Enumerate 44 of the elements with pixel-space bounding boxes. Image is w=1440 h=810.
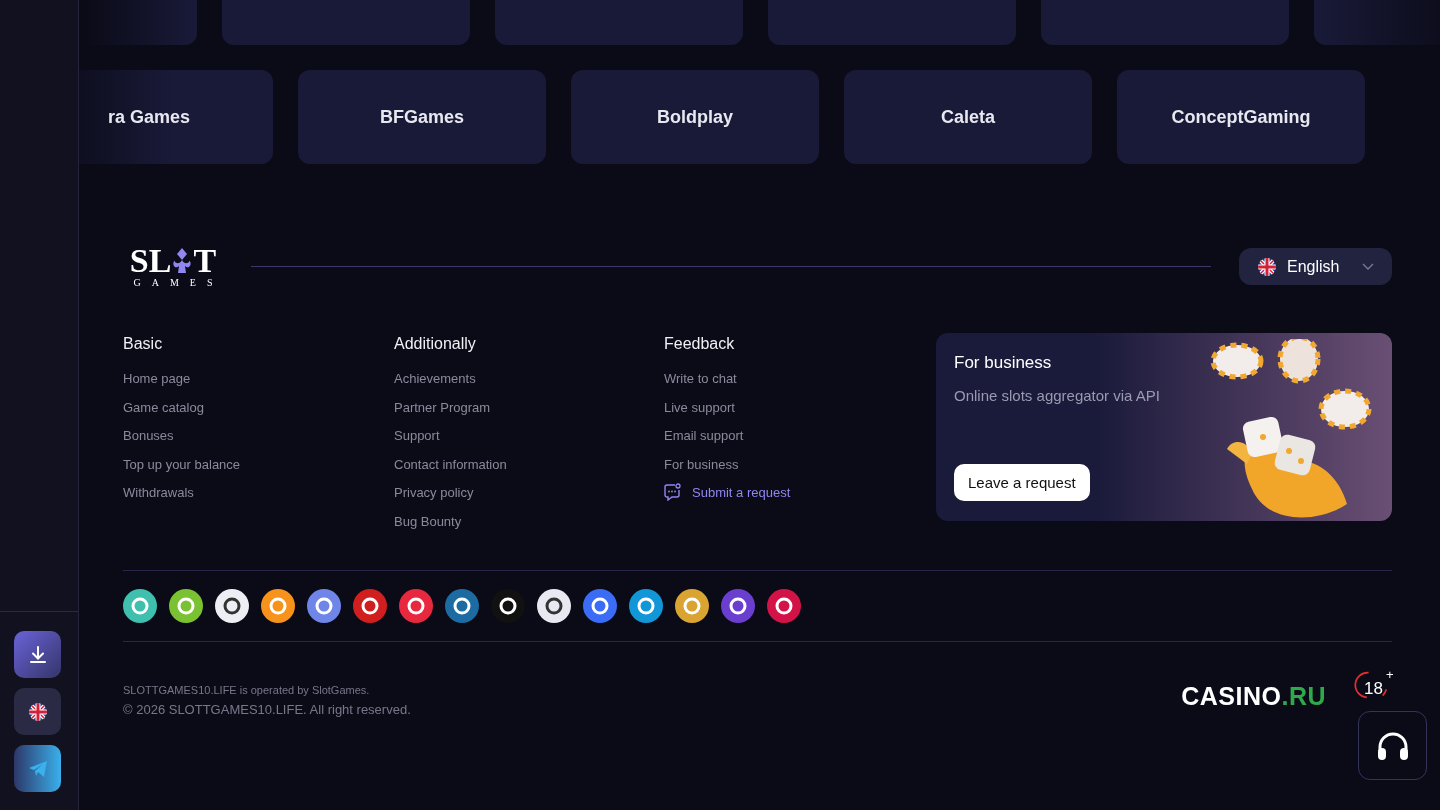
chevron-down-icon	[1362, 263, 1374, 270]
provider-card[interactable]: ra Games	[79, 70, 273, 164]
footer-link[interactable]: Withdrawals	[123, 485, 194, 500]
support-button[interactable]	[1358, 711, 1427, 780]
paper-plane-icon	[27, 759, 48, 778]
age-limit-badge: 18 +	[1354, 670, 1392, 700]
footer-link[interactable]: Support	[394, 428, 440, 443]
download-icon	[27, 644, 48, 665]
site-logo[interactable]: SL T GAMES	[123, 245, 223, 288]
chat-icon	[664, 483, 682, 501]
column-heading: Feedback	[664, 335, 736, 353]
telegram-button[interactable]	[14, 745, 61, 792]
footer-link[interactable]: Game catalog	[123, 399, 204, 415]
operator-note: SLOTTGAMES10.LIFE is operated by SlotGames.	[123, 684, 371, 696]
provider-card[interactable]: BFGames	[298, 70, 546, 164]
provider-card[interactable]: ConceptGaming	[1117, 70, 1365, 164]
card-title: For business	[954, 353, 1053, 373]
column-heading: Additionally	[394, 335, 477, 353]
column-heading: Basic	[123, 335, 164, 353]
provider-card[interactable]: Caleta	[844, 70, 1092, 164]
footer-link[interactable]: For business	[664, 456, 739, 472]
leave-request-button[interactable]: Leave a request	[954, 464, 1090, 501]
language-dropdown[interactable]: English	[1239, 248, 1392, 285]
footer-link[interactable]: Top up your balance	[123, 456, 241, 472]
submit-request-link[interactable]: Submit a request	[664, 483, 936, 501]
copyright-text: © 2026 SLOTTGAMES10.LIFE. All right reserved.	[123, 702, 411, 717]
card-subtitle: Online slots aggregator via API	[954, 387, 1161, 404]
footer-link[interactable]: Partner Program	[394, 399, 491, 415]
flag-icon	[1257, 256, 1277, 277]
footer-link[interactable]: Email support	[664, 428, 744, 443]
provider-card[interactable]: Boldplay	[571, 70, 819, 164]
language-button[interactable]	[14, 688, 61, 735]
footer-link[interactable]: Achievements	[394, 371, 476, 386]
partner-logo[interactable]: CASINO.RU	[1181, 682, 1326, 711]
footer-link[interactable]: Write to chat	[664, 371, 737, 386]
footer-link[interactable]: Bonuses	[123, 428, 174, 443]
headphones-icon	[1375, 730, 1410, 761]
footer-link[interactable]: Home page	[123, 371, 191, 386]
footer-link[interactable]: Contact information	[394, 456, 507, 472]
download-button[interactable]	[14, 631, 61, 678]
footer-link[interactable]: Privacy policy	[394, 485, 474, 500]
footer-link[interactable]: Bug Bounty	[394, 513, 462, 529]
footer-link[interactable]: Live support	[664, 399, 735, 415]
flag-icon	[27, 701, 48, 722]
